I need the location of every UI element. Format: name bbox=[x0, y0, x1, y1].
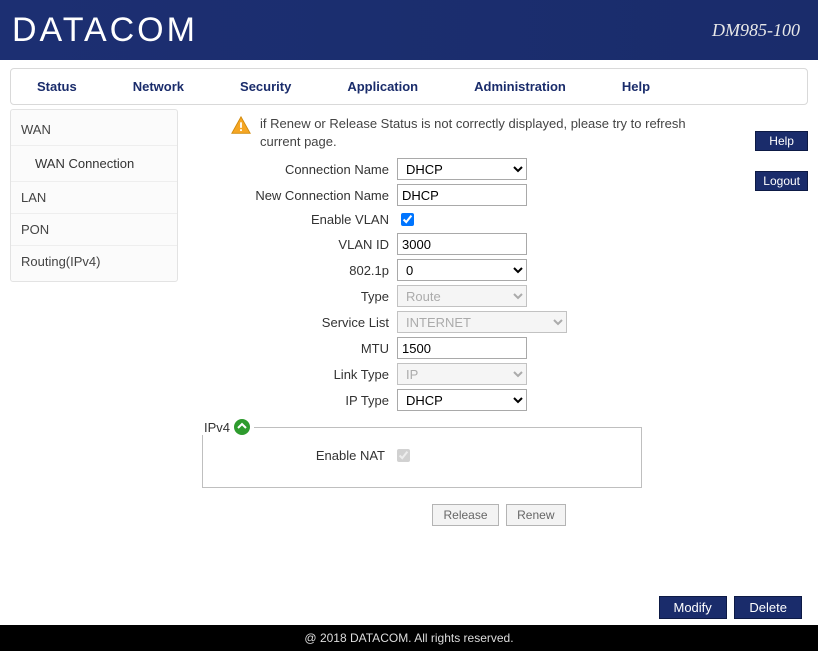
select-802-1p[interactable]: 0 bbox=[397, 259, 527, 281]
label-vlan-id: VLAN ID bbox=[202, 237, 397, 252]
nav-administration[interactable]: Administration bbox=[446, 75, 594, 98]
sidebar-item-lan[interactable]: LAN bbox=[11, 182, 177, 214]
label-link-type: Link Type bbox=[202, 367, 397, 382]
label-service-list: Service List bbox=[202, 315, 397, 330]
footer-text: @ 2018 DATACOM. All rights reserved. bbox=[0, 625, 818, 651]
label-type: Type bbox=[202, 289, 397, 304]
sidebar: WAN WAN Connection LAN PON Routing(IPv4) bbox=[10, 109, 178, 282]
input-vlan-id[interactable] bbox=[397, 233, 527, 255]
sidebar-item-routing[interactable]: Routing(IPv4) bbox=[11, 246, 177, 277]
nav-security[interactable]: Security bbox=[212, 75, 319, 98]
label-mtu: MTU bbox=[202, 341, 397, 356]
collapse-icon[interactable] bbox=[234, 419, 250, 435]
nav-status[interactable]: Status bbox=[11, 75, 105, 98]
sidebar-item-pon[interactable]: PON bbox=[11, 214, 177, 246]
delete-button[interactable]: Delete bbox=[734, 596, 802, 619]
warning-text: if Renew or Release Status is not correc… bbox=[260, 115, 710, 150]
label-enable-nat: Enable NAT bbox=[213, 448, 393, 463]
sidebar-item-wan[interactable]: WAN bbox=[11, 114, 177, 146]
select-ip-type[interactable]: DHCP bbox=[397, 389, 527, 411]
label-enable-vlan: Enable VLAN bbox=[202, 212, 397, 227]
model-label: DM985-100 bbox=[712, 20, 800, 41]
content-area: Help Logout if Renew or Release Status i… bbox=[178, 109, 808, 536]
input-mtu[interactable] bbox=[397, 337, 527, 359]
app-header: DATACOM DM985-100 bbox=[0, 0, 818, 60]
label-new-connection-name: New Connection Name bbox=[202, 188, 397, 203]
ipv4-panel: IPv4 Enable NAT bbox=[202, 427, 642, 488]
label-connection-name: Connection Name bbox=[202, 162, 397, 177]
select-connection-name[interactable]: DHCP bbox=[397, 158, 527, 180]
release-button[interactable]: Release bbox=[432, 504, 498, 526]
select-link-type: IP bbox=[397, 363, 527, 385]
input-new-connection-name[interactable] bbox=[397, 184, 527, 206]
select-service-list: INTERNET bbox=[397, 311, 567, 333]
ipv4-legend-text: IPv4 bbox=[204, 420, 230, 435]
select-type: Route bbox=[397, 285, 527, 307]
checkbox-enable-nat bbox=[397, 449, 410, 462]
logout-button[interactable]: Logout bbox=[755, 171, 808, 191]
nav-application[interactable]: Application bbox=[319, 75, 446, 98]
brand-logo: DATACOM bbox=[12, 11, 198, 50]
warning-icon bbox=[230, 115, 252, 137]
top-nav: Status Network Security Application Admi… bbox=[10, 68, 808, 105]
help-button[interactable]: Help bbox=[755, 131, 808, 151]
modify-button[interactable]: Modify bbox=[659, 596, 727, 619]
nav-network[interactable]: Network bbox=[105, 75, 212, 98]
label-802-1p: 802.1p bbox=[202, 263, 397, 278]
renew-button[interactable]: Renew bbox=[506, 504, 565, 526]
nav-help[interactable]: Help bbox=[594, 75, 678, 98]
warning-row: if Renew or Release Status is not correc… bbox=[230, 115, 710, 150]
label-ip-type: IP Type bbox=[202, 393, 397, 408]
checkbox-enable-vlan[interactable] bbox=[401, 213, 414, 226]
sidebar-item-wan-connection[interactable]: WAN Connection bbox=[11, 146, 177, 182]
